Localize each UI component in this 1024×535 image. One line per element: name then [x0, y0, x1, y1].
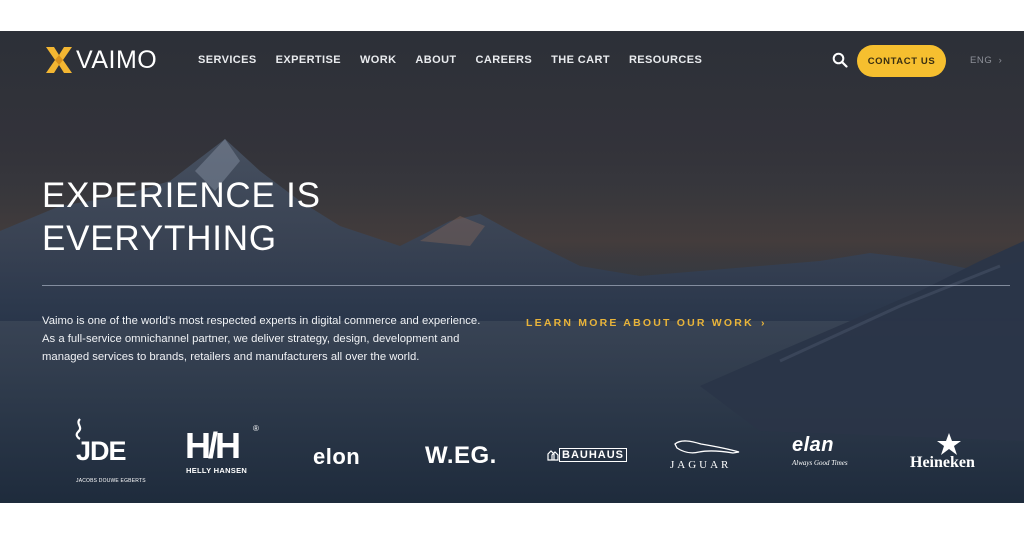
brand-name: W.EG. [425, 442, 497, 469]
nav-item-about[interactable]: ABOUT [415, 54, 456, 66]
brand-subtitle: JACOBS DOUWE EGBERTS [76, 478, 146, 484]
top-navigation: VAIMO SERVICES EXPERTISE WORK ABOUT CARE… [0, 31, 1024, 91]
nav-item-careers[interactable]: CAREERS [476, 54, 533, 66]
jaguar-leaper-icon [674, 440, 740, 454]
nav-item-expertise[interactable]: EXPERTISE [276, 54, 341, 66]
registered-mark: ® [253, 424, 259, 433]
language-label: ENG [970, 55, 993, 66]
nav-item-the-cart[interactable]: THE CART [551, 54, 610, 66]
headline-line-2: EVERYTHING [42, 219, 277, 258]
client-logos: JDE JACOBS DOUWE EGBERTS H/H ® HELLY HAN… [0, 416, 1024, 496]
brand-name: H/H [185, 425, 241, 466]
learn-more-link[interactable]: LEARN MORE ABOUT OUR WORK › [526, 317, 767, 329]
hero-section: VAIMO SERVICES EXPERTISE WORK ABOUT CARE… [0, 31, 1024, 503]
nav-item-work[interactable]: WORK [360, 54, 396, 66]
brand-name: BAUHAUS [559, 448, 627, 462]
contact-us-button[interactable]: CONTACT US [857, 45, 946, 77]
headline-line-1: EXPERIENCE IS [42, 176, 321, 215]
vaimo-logo[interactable]: VAIMO [44, 45, 157, 75]
heineken-star-icon [937, 433, 961, 455]
brand-name: Heineken [910, 454, 975, 471]
brand-name: elan [792, 434, 835, 456]
brand-subtitle: HELLY HANSEN [186, 466, 248, 475]
language-selector[interactable]: ENG › [970, 55, 1002, 66]
learn-more-label: LEARN MORE ABOUT OUR WORK [526, 317, 754, 329]
hero-divider [42, 285, 1010, 286]
brand-name: JAGUAR [670, 459, 732, 471]
logo-text: VAIMO [76, 45, 158, 74]
chevron-right-icon: › [998, 55, 1003, 66]
brand-name: elon [313, 444, 361, 469]
brand-name: JDE [76, 436, 127, 466]
hero-headline: EXPERIENCE IS EVERYTHING [42, 174, 321, 260]
chevron-right-icon: › [760, 317, 767, 329]
vaimo-x-logo-icon [46, 47, 72, 73]
brand-subtitle: Always Good Times [792, 459, 848, 467]
nav-item-resources[interactable]: RESOURCES [629, 54, 702, 66]
nav-item-services[interactable]: SERVICES [198, 54, 257, 66]
hero-description: Vaimo is one of the world's most respect… [42, 315, 481, 363]
search-icon[interactable] [832, 52, 848, 68]
brand-logo-bauhaus: BAUHAUS [547, 448, 627, 462]
brand-logo-weg: W.EG. [425, 442, 497, 470]
brand-logo-elon: elon [313, 444, 360, 470]
bauhaus-house-icon [547, 450, 559, 461]
main-menu: SERVICES EXPERTISE WORK ABOUT CAREERS TH… [198, 54, 721, 66]
